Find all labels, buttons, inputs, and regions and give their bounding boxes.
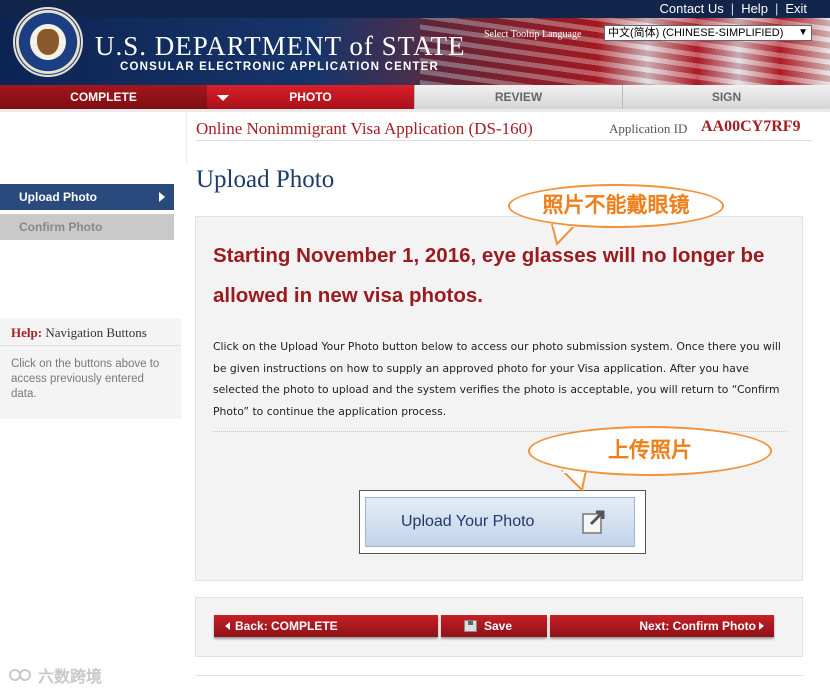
top-links: Contact Us | Help | Exit — [652, 1, 814, 16]
next-button[interactable]: Next: Confirm Photo — [550, 615, 774, 637]
sidebar-top — [0, 112, 187, 164]
upload-icon — [582, 510, 605, 534]
help-heading: Navigation Buttons — [45, 325, 147, 340]
caret-down-icon — [217, 95, 229, 101]
back-button-label: Back: COMPLETE — [235, 619, 338, 633]
exit-link[interactable]: Exit — [778, 1, 814, 16]
step-sign: SIGN — [622, 85, 830, 109]
callout-tail — [551, 224, 577, 246]
application-id-label: Application ID — [609, 121, 688, 136]
watermark-logo-icon — [9, 669, 31, 681]
help-text: Click on the buttons above to access pre… — [11, 358, 160, 400]
page-title: Upload Photo — [196, 166, 335, 193]
sidebar-item-label: Upload Photo — [19, 190, 97, 204]
step-complete[interactable]: COMPLETE — [0, 85, 207, 109]
watermark-text: 六数跨境 — [38, 669, 103, 686]
application-id-value: AA00CY7RF9 — [701, 118, 801, 135]
sidebar-item-label: Confirm Photo — [19, 220, 103, 234]
help-prefix: Help: — [11, 325, 43, 340]
tooltip-language-value: 中文(简体) (CHINESE-SIMPLIFIED) — [608, 27, 784, 39]
step-label: REVIEW — [494, 90, 543, 104]
save-button[interactable]: Save — [441, 615, 547, 637]
eyeglasses-warning: Starting November 1, 2016, eye glasses w… — [213, 244, 765, 307]
arrow-right-icon — [759, 622, 764, 630]
step-photo[interactable]: PHOTO — [207, 85, 414, 109]
help-title: Help: Navigation Buttons — [11, 325, 147, 341]
eagle-icon — [37, 29, 59, 55]
arrow-left-icon — [225, 622, 230, 630]
save-button-label: Save — [484, 619, 513, 633]
sidebar-item-confirm-photo: Confirm Photo — [0, 214, 174, 240]
help-link[interactable]: Help — [734, 1, 775, 16]
progress-steps: COMPLETE PHOTO REVIEW SIGN — [0, 85, 830, 109]
step-label: PHOTO — [289, 90, 332, 104]
department-title: U.S. DEPARTMENT of STATE — [95, 31, 466, 61]
divider — [196, 140, 812, 141]
divider — [195, 675, 803, 676]
callout-upload-photo: 上传照片 — [528, 426, 772, 476]
step-label: SIGN — [711, 90, 742, 104]
watermark: 六数跨境 — [8, 663, 102, 687]
tooltip-language-label: Select Tooltip Language — [484, 29, 582, 40]
dropdown-arrow-icon: ▼ — [796, 26, 808, 40]
upload-button-label: Upload Your Photo — [401, 513, 535, 530]
step-label: COMPLETE — [70, 90, 137, 104]
top-bar: Contact Us | Help | Exit — [0, 0, 830, 18]
floppy-disk-icon — [464, 620, 477, 632]
upload-your-photo-button[interactable]: Upload Your Photo — [365, 497, 635, 547]
department-subtitle: CONSULAR ELECTRONIC APPLICATION CENTER — [120, 61, 440, 73]
back-button[interactable]: Back: COMPLETE — [214, 615, 438, 637]
tooltip-language-select[interactable]: 中文(简体) (CHINESE-SIMPLIFIED) ▼ — [604, 25, 812, 41]
step-review: REVIEW — [414, 85, 622, 109]
department-seal-logo — [13, 7, 83, 77]
application-title: Online Nonimmigrant Visa Application (DS… — [196, 119, 533, 138]
page: Contact Us | Help | Exit U.S. DEPARTMENT… — [0, 0, 830, 689]
divider — [0, 345, 181, 346]
callout-no-glasses: 照片不能戴眼镜 — [508, 184, 724, 228]
sidebar-item-upload-photo[interactable]: Upload Photo — [0, 184, 174, 210]
next-button-label: Next: Confirm Photo — [639, 619, 756, 633]
instructions-text: Click on the Upload Your Photo button be… — [213, 340, 781, 418]
chevron-right-icon — [159, 192, 165, 202]
contact-us-link[interactable]: Contact Us — [652, 1, 730, 16]
